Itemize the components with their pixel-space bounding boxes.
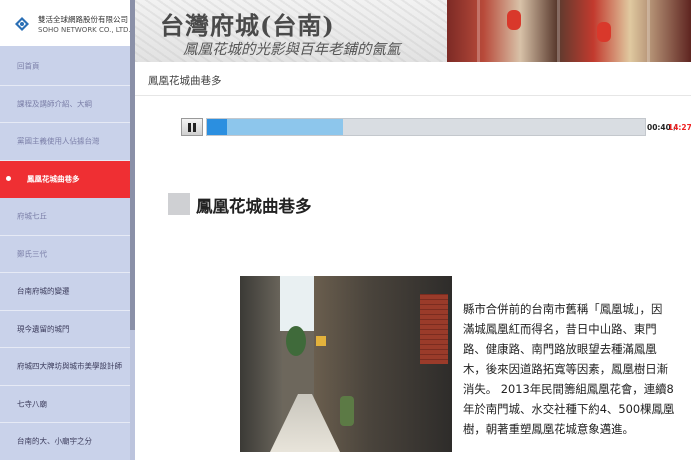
lantern-icon xyxy=(597,22,611,42)
company-name-en: SOHO NETWORK CO., LTD. xyxy=(38,26,131,34)
photo-detail xyxy=(286,326,306,356)
banner-photo-detail xyxy=(477,0,480,62)
article-body-line: 樹，朝著重塑鳳凰花城意象邁進。 xyxy=(463,422,634,436)
page-banner: 台灣府城(台南) 鳳凰花城的光影與百年老鋪的氤氳 xyxy=(135,0,691,62)
sidebar-item-course-outline[interactable]: 課程及講師介紹、大綱 xyxy=(0,86,130,123)
progress-played xyxy=(207,119,228,135)
audio-player: 00:40 / 14:27 xyxy=(181,118,691,136)
banner-photo-detail xyxy=(647,0,650,62)
banner-title: 台灣府城(台南) xyxy=(160,11,335,40)
company-logo[interactable]: 雙活全球網路股份有限公司 SOHO NETWORK CO., LTD. xyxy=(0,0,131,46)
sidebar-item-label: 鄭氏三代 xyxy=(17,249,47,259)
photo-detail xyxy=(240,276,282,452)
lantern-icon xyxy=(507,10,521,30)
sidebar-item-city-changes[interactable]: 台南府城的變遷 xyxy=(0,273,130,311)
sidebar-item-label: 七寺八廟 xyxy=(17,399,47,409)
photo-detail xyxy=(340,396,354,426)
article-body-line: 路、健康路、南門路放眼望去種滿鳳凰 xyxy=(463,342,657,356)
sidebar-item-label: 課程及講師介紹、大綱 xyxy=(17,99,92,109)
sidebar-item-label: 府城四大牌坊與城市美學設計師 xyxy=(17,361,122,371)
sidebar-item-label: 台南的大、小廟宇之分 xyxy=(17,436,92,446)
sidebar-item-temple-sizes[interactable]: 台南的大、小廟宇之分 xyxy=(0,423,130,460)
alley-photo xyxy=(240,276,452,452)
banner-subtitle: 鳳凰花城的光影與百年老鋪的氤氳 xyxy=(183,42,401,58)
article-body-line: 縣市合併前的台南市舊稱「鳳凰城」，因 xyxy=(463,302,663,316)
sidebar-item-label: 府城七丘 xyxy=(17,211,47,221)
sidebar: 雙活全球網路股份有限公司 SOHO NETWORK CO., LTD. 回首頁 … xyxy=(0,0,135,460)
sidebar-item-temples[interactable]: 七寺八廟 xyxy=(0,386,130,423)
progress-bar[interactable] xyxy=(206,118,646,136)
photo-detail xyxy=(280,276,314,331)
article-body-line: 消失。 2013年民間籌組鳳凰花會，連續8 xyxy=(463,382,674,396)
sidebar-item-label: 鳳凰花城曲巷多 xyxy=(27,174,80,184)
article-body-line: 木，後來因道路拓寬等因素，鳳凰樹日漸 xyxy=(463,362,669,376)
pause-icon xyxy=(193,123,196,132)
sidebar-item-history[interactable]: 黨國主義使用人佔據台灣 xyxy=(0,123,130,161)
sidebar-item-zheng-family[interactable]: 鄭氏三代 xyxy=(0,236,130,273)
divider xyxy=(135,95,691,96)
sidebar-item-label: 現今遺留的城門 xyxy=(17,324,70,334)
sidebar-item-label: 回首頁 xyxy=(17,61,40,71)
article-body: 縣市合併前的台南市舊稱「鳳凰城」，因 滿城鳳凰紅而得名，昔日中山路、東門 路、健康路… xyxy=(463,299,685,439)
sidebar-item-seven-hills[interactable]: 府城七丘 xyxy=(0,198,130,236)
sidebar-item-home[interactable]: 回首頁 xyxy=(0,48,130,86)
bullet-dot-icon xyxy=(6,176,11,182)
banner-photo xyxy=(447,0,691,62)
sidebar-item-phoenix-city[interactable]: 鳳凰花城曲巷多 xyxy=(0,160,130,198)
sidebar-item-city-gates[interactable]: 現今遺留的城門 xyxy=(0,311,130,348)
soho-logo-icon xyxy=(15,17,29,31)
sidebar-item-archways[interactable]: 府城四大牌坊與城市美學設計師 xyxy=(0,348,130,386)
photo-detail xyxy=(316,336,326,346)
article-body-line: 滿城鳳凰紅而得名，昔日中山路、東門 xyxy=(463,322,657,336)
article-body-line: 年於南門城、水交社種下約4、500棵鳳凰 xyxy=(463,402,675,416)
heading-marker xyxy=(168,193,190,215)
photo-detail xyxy=(420,294,448,364)
section-breadcrumb: 鳳凰花城曲巷多 xyxy=(148,75,222,87)
progress-buffered xyxy=(207,119,343,135)
banner-photo-detail xyxy=(557,0,560,62)
company-name-cn: 雙活全球網路股份有限公司 xyxy=(38,15,128,24)
total-time: 14:27 xyxy=(668,123,691,132)
pause-icon xyxy=(188,123,191,132)
sidebar-item-label: 台南府城的變遷 xyxy=(17,286,70,296)
pause-button[interactable] xyxy=(181,118,203,136)
sidebar-nav: 回首頁 課程及講師介紹、大綱 黨國主義使用人佔據台灣 鳳凰花城曲巷多 府城七丘 … xyxy=(0,48,130,460)
page-title: 鳳凰花城曲巷多 xyxy=(196,197,312,216)
sidebar-item-label: 黨國主義使用人佔據台灣 xyxy=(17,136,100,146)
